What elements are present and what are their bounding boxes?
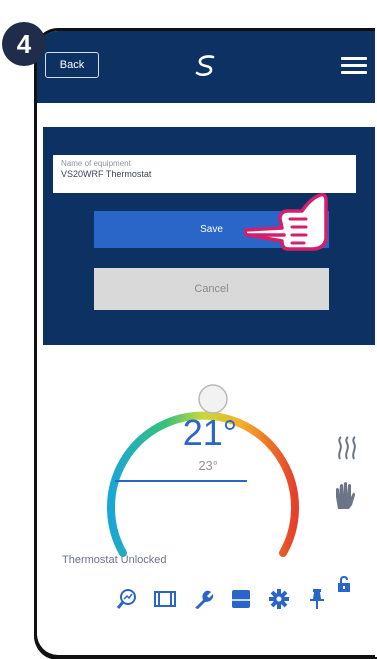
current-temperature: 21° xyxy=(182,412,238,453)
step-badge: 4 xyxy=(2,22,46,66)
settings-wrench-icon[interactable] xyxy=(184,586,222,612)
salus-logo-icon xyxy=(191,53,221,84)
heating-icon xyxy=(335,435,361,466)
display-icon[interactable] xyxy=(222,586,260,612)
app-header: Back xyxy=(37,31,375,103)
cancel-button-label: Cancel xyxy=(194,283,229,295)
back-button-label: Back xyxy=(59,59,85,71)
back-button[interactable]: Back xyxy=(45,52,99,78)
schedule-icon[interactable] xyxy=(146,586,184,612)
step-number: 4 xyxy=(16,28,32,59)
device-toolbar xyxy=(108,586,336,612)
temperature-divider xyxy=(115,480,247,482)
pointing-hand-icon xyxy=(243,183,334,268)
lock-status-text: Thermostat Unlocked xyxy=(62,554,167,566)
screenshot: 4 Back Name of equipment VS20WRF Thermos… xyxy=(0,0,377,659)
temperature-dial[interactable] xyxy=(87,373,317,578)
search-graph-icon[interactable] xyxy=(108,586,146,612)
manual-mode-hand-icon[interactable] xyxy=(332,481,358,516)
hamburger-menu-icon[interactable] xyxy=(341,57,367,78)
field-value: VS20WRF Thermostat xyxy=(61,169,152,179)
pin-icon[interactable] xyxy=(298,586,336,612)
cancel-button[interactable]: Cancel xyxy=(94,268,329,310)
set-temperature: 23° xyxy=(198,458,218,473)
unlocked-padlock-icon[interactable] xyxy=(337,575,351,597)
gear-icon[interactable] xyxy=(260,586,298,612)
field-label: Name of equipment xyxy=(61,159,131,168)
dial-knob[interactable] xyxy=(198,384,228,414)
save-button-label: Save xyxy=(200,224,223,235)
phone-frame-bottom xyxy=(34,620,377,659)
